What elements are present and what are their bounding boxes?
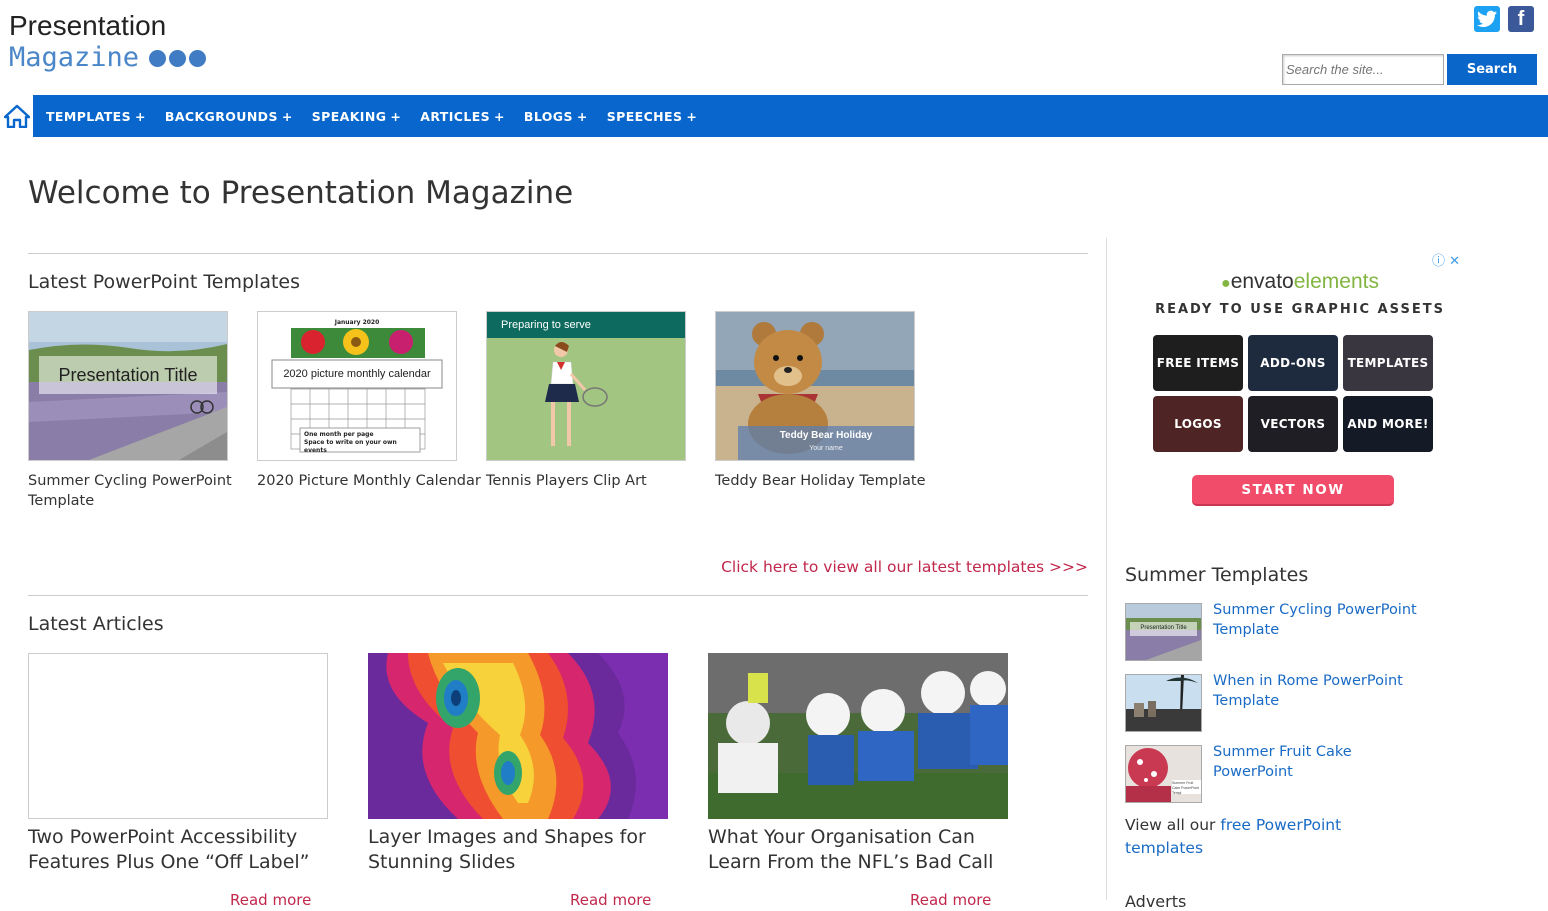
logo-dots-icon xyxy=(149,49,207,67)
sidebar-thumbnail-text: Presentation Title xyxy=(1140,625,1187,631)
search-input[interactable] xyxy=(1282,54,1444,85)
divider xyxy=(28,253,1088,254)
template-thumbnail[interactable]: Presentation Title xyxy=(28,311,228,461)
facebook-icon[interactable]: f xyxy=(1508,6,1534,32)
ad-tile-and-more[interactable]: AND MORE! xyxy=(1343,396,1433,452)
template-thumbnail[interactable]: Preparing to serve xyxy=(486,311,686,461)
sidebar-item[interactable]: Summer Fruit Cake PowerPoint Templ Summe… xyxy=(1125,742,1423,803)
nav-item-articles[interactable]: ARTICLES + xyxy=(420,109,505,124)
sidebar-footer-text: View all our xyxy=(1125,816,1221,834)
summer-templates-heading: Summer Templates xyxy=(1125,564,1309,586)
template-thumbnail[interactable]: January 2020 2020 picture monthly calend… xyxy=(257,311,457,461)
sidebar-thumbnail[interactable] xyxy=(1125,674,1202,732)
sidebar-link[interactable]: When in Rome PowerPoint Template xyxy=(1213,671,1423,732)
logo-text-magazine-row: Magazine xyxy=(9,42,207,74)
article-title[interactable]: Layer Images and Shapes for Stunning Sli… xyxy=(368,825,668,875)
thumbnail-text: 2020 picture monthly calendar xyxy=(283,368,431,380)
page-title: Welcome to Presentation Magazine xyxy=(28,175,574,211)
latest-templates-heading: Latest PowerPoint Templates xyxy=(28,271,301,293)
logo-text-presentation: Presentation xyxy=(9,10,167,41)
read-more-link[interactable]: Read more xyxy=(570,891,651,909)
thumbnail-text: Presentation Title xyxy=(58,365,198,385)
thumbnail-header: January 2020 xyxy=(334,319,380,326)
sidebar-item[interactable]: Presentation Title Summer Cycling PowerP… xyxy=(1125,600,1423,661)
site-logo[interactable]: Presentation Magazine xyxy=(9,10,207,74)
template-card[interactable]: Teddy Bear Holiday Your name Teddy Bear … xyxy=(715,311,943,491)
column-divider xyxy=(1106,238,1107,900)
ad-close-icon[interactable]: ⓘ ✕ xyxy=(1432,250,1460,269)
article-thumbnail[interactable] xyxy=(708,653,1008,819)
ad-tile-add-ons[interactable]: ADD-ONS xyxy=(1248,335,1338,391)
envato-ad[interactable]: ⓘ ✕ ●envatoelements READY TO USE GRAPHIC… xyxy=(1140,248,1460,506)
ad-tile-logos[interactable]: LOGOS xyxy=(1153,396,1243,452)
ad-tile-templates[interactable]: TEMPLATES xyxy=(1343,335,1433,391)
sidebar-thumbnail-text: Summer Fruit Cake PowerPoint Templ xyxy=(1172,781,1200,795)
template-card[interactable]: January 2020 2020 picture monthly calend… xyxy=(257,311,485,491)
social-links: f xyxy=(1474,6,1534,32)
article-title[interactable]: What Your Organisation Can Learn From th… xyxy=(708,825,1008,875)
ad-tiles: FREE ITEMS ADD-ONS TEMPLATES LOGOS VECTO… xyxy=(1153,335,1433,452)
ad-tile-vectors[interactable]: VECTORS xyxy=(1248,396,1338,452)
template-card[interactable]: Preparing to serve Tennis Players Clip A… xyxy=(486,311,714,491)
site-search: Search xyxy=(1282,54,1537,85)
start-now-button[interactable]: START NOW xyxy=(1192,475,1394,506)
main-nav: TEMPLATES + BACKGROUNDS + SPEAKING + ARTICL… xyxy=(0,95,1548,137)
read-more-link[interactable]: Read more xyxy=(910,891,991,909)
thumbnail-text: Teddy Bear Holiday xyxy=(779,430,873,441)
divider xyxy=(28,595,1088,596)
thumbnail-text: Preparing to serve xyxy=(501,319,591,331)
sidebar-cut-heading: Adverts xyxy=(1125,892,1187,911)
thumbnail-footer: One month per page Space to write on you… xyxy=(304,431,397,454)
view-all-templates-link[interactable]: Click here to view all our latest templa… xyxy=(721,558,1088,576)
envato-logo[interactable]: ●envatoelements xyxy=(1140,270,1460,294)
brand-text: envato xyxy=(1230,270,1294,293)
sidebar-thumbnail[interactable]: Presentation Title xyxy=(1125,603,1202,661)
nav-item-templates[interactable]: TEMPLATES + xyxy=(46,109,146,124)
ad-tagline: READY TO USE GRAPHIC ASSETS xyxy=(1155,302,1445,317)
sidebar-item[interactable]: When in Rome PowerPoint Template xyxy=(1125,671,1423,732)
template-caption[interactable]: Teddy Bear Holiday Template xyxy=(715,471,943,491)
search-button[interactable]: Search xyxy=(1447,54,1537,85)
home-button[interactable] xyxy=(0,95,33,137)
brand-text-elements: elements xyxy=(1293,270,1379,293)
template-thumbnail[interactable]: Teddy Bear Holiday Your name xyxy=(715,311,915,461)
nav-item-backgrounds[interactable]: BACKGROUNDS + xyxy=(165,109,293,124)
article-thumbnail[interactable] xyxy=(368,653,668,819)
sidebar-link[interactable]: Summer Fruit Cake PowerPoint xyxy=(1213,742,1423,803)
article-thumbnail[interactable] xyxy=(28,653,328,819)
template-caption[interactable]: Tennis Players Clip Art xyxy=(486,471,714,491)
logo-text-magazine: Magazine xyxy=(9,42,140,73)
read-more-link[interactable]: Read more xyxy=(230,891,311,909)
article-title[interactable]: Two PowerPoint Accessibility Features Pl… xyxy=(28,825,328,875)
sidebar-thumbnail[interactable]: Summer Fruit Cake PowerPoint Templ xyxy=(1125,745,1202,803)
ad-tile-free-items[interactable]: FREE ITEMS xyxy=(1153,335,1243,391)
article-card[interactable]: What Your Organisation Can Learn From th… xyxy=(708,653,1008,909)
article-card[interactable]: Layer Images and Shapes for Stunning Sli… xyxy=(368,653,668,909)
template-caption[interactable]: Summer Cycling PowerPoint Template xyxy=(28,471,256,511)
template-card[interactable]: Presentation Title Summer Cycling PowerP… xyxy=(28,311,256,511)
article-card[interactable]: Two PowerPoint Accessibility Features Pl… xyxy=(28,653,328,909)
nav-item-speeches[interactable]: SPEECHES + xyxy=(607,109,698,124)
sidebar-footer: View all our free PowerPoint templates xyxy=(1125,814,1405,860)
thumbnail-sub: Your name xyxy=(809,445,843,452)
sidebar-link[interactable]: Summer Cycling PowerPoint Template xyxy=(1213,600,1423,661)
nav-item-speaking[interactable]: SPEAKING + xyxy=(312,109,402,124)
leaf-icon: ● xyxy=(1221,275,1231,292)
home-icon xyxy=(3,104,30,128)
latest-articles-heading: Latest Articles xyxy=(28,613,164,635)
twitter-icon[interactable] xyxy=(1474,6,1500,32)
template-caption[interactable]: 2020 Picture Monthly Calendar xyxy=(257,471,485,491)
nav-item-blogs[interactable]: BLOGS + xyxy=(524,109,588,124)
